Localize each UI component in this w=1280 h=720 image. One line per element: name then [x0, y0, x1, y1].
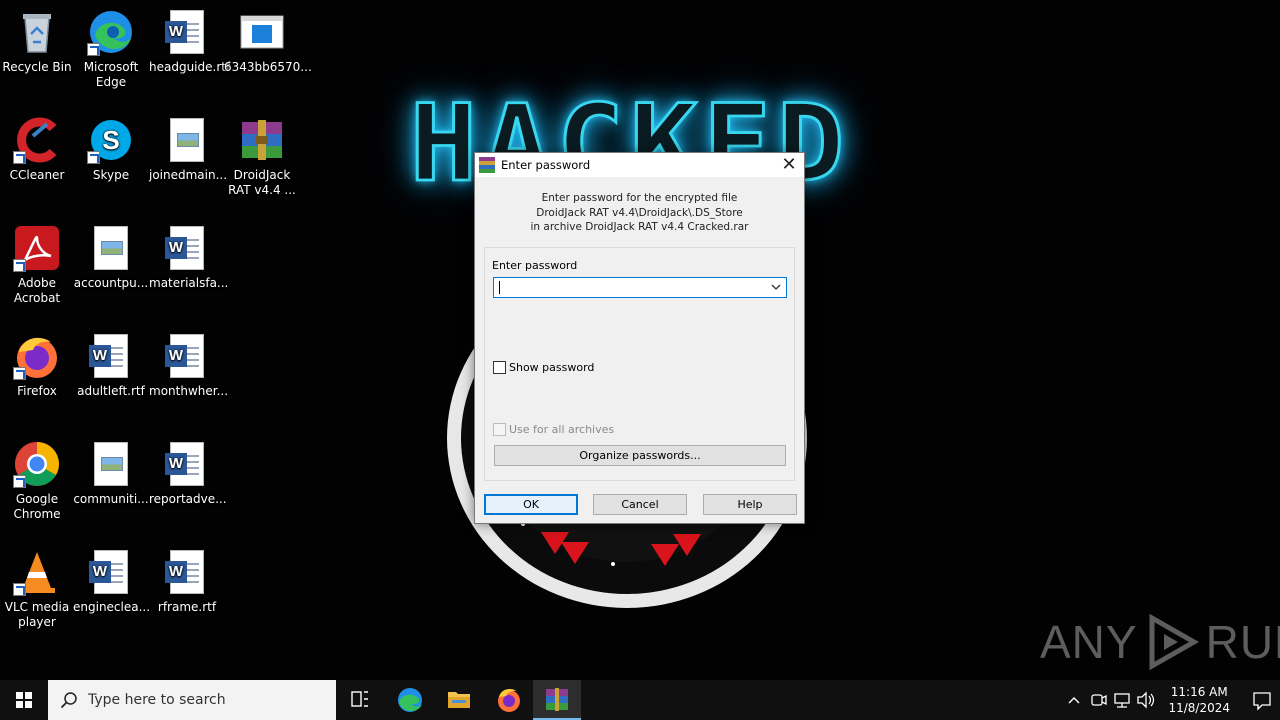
taskbar-winrar-button[interactable] — [533, 680, 581, 720]
firefox-icon — [498, 689, 520, 712]
notifications-icon[interactable] — [1244, 680, 1280, 720]
word-doc-icon: W — [165, 442, 204, 486]
desktop-icon-skype[interactable]: S Skype — [73, 116, 149, 183]
password-input[interactable] — [493, 277, 787, 298]
taskbar-file-explorer-button[interactable] — [435, 680, 483, 720]
taskbar-clock[interactable]: 11:16 AM 11/8/2024 — [1168, 684, 1230, 716]
image-doc-icon — [170, 118, 204, 162]
desktop-icon-adobe-acrobat[interactable]: Adobe Acrobat — [0, 224, 75, 306]
close-button[interactable]: ✕ — [774, 153, 804, 177]
word-doc-icon: W — [165, 334, 204, 378]
task-view-icon — [351, 691, 368, 707]
taskbar-edge-button[interactable] — [386, 680, 434, 720]
svg-text:S: S — [102, 125, 119, 155]
ok-button[interactable]: OK — [484, 494, 578, 515]
show-password-checkbox[interactable]: Show password — [493, 361, 594, 374]
anyrun-watermark: ANY RUN — [1040, 612, 1280, 672]
play-icon — [1149, 613, 1199, 671]
word-doc-icon: W — [165, 550, 204, 594]
help-button[interactable]: Help — [703, 494, 797, 515]
taskbar-firefox-button[interactable] — [485, 680, 533, 720]
password-label: Enter password — [492, 259, 578, 272]
desktop-icon-joinedmain[interactable]: joinedmain... — [149, 116, 227, 183]
desktop-icon-recycle-bin[interactable]: Recycle Bin — [0, 8, 75, 75]
clock-date: 11/8/2024 — [1168, 701, 1230, 715]
task-view-button[interactable] — [336, 680, 384, 720]
dialog-info-text: Enter password for the encrypted file Dr… — [530, 192, 749, 233]
shortcut-arrow-icon — [13, 259, 26, 272]
enter-password-dialog: Enter password ✕ Enter password for the … — [474, 152, 805, 524]
image-doc-icon — [94, 442, 128, 486]
desktop-icon-ccleaner[interactable]: CCleaner — [0, 116, 75, 183]
network-icon[interactable] — [1110, 680, 1134, 720]
desktop-icon-rframe[interactable]: W rframe.rtf — [149, 548, 225, 615]
word-doc-icon: W — [89, 550, 128, 594]
desktop-icon-google-chrome[interactable]: Google Chrome — [0, 440, 75, 522]
dialog-title: Enter password — [501, 158, 591, 172]
system-tray: 11:16 AM 11/8/2024 — [1062, 680, 1280, 720]
desktop-icon-monthwher[interactable]: W monthwher... — [149, 332, 228, 399]
desktop-icon-engineclea[interactable]: W engineclea... — [73, 548, 150, 615]
search-icon — [60, 692, 77, 709]
image-doc-icon — [94, 226, 128, 270]
cancel-button[interactable]: Cancel — [593, 494, 687, 515]
use-for-all-archives-checkbox: Use for all archives — [493, 423, 614, 436]
chevron-up-icon[interactable] — [1062, 680, 1086, 720]
desktop-icon-reportadve[interactable]: W reportadve... — [149, 440, 227, 507]
windows-logo-icon — [16, 692, 32, 708]
shortcut-arrow-icon — [13, 583, 26, 596]
winrar-icon — [479, 157, 495, 173]
desktop-icon-adultleft[interactable]: W adultleft.rtf — [73, 332, 149, 399]
desktop-icon-droidjack-rar[interactable]: DroidJack RAT v4.4 ... — [224, 116, 300, 198]
shortcut-arrow-icon — [13, 475, 26, 488]
shortcut-arrow-icon — [13, 151, 26, 164]
shortcut-arrow-icon — [87, 43, 100, 56]
desktop-icon-headguide[interactable]: W headguide.rtf — [149, 8, 230, 75]
start-button[interactable] — [0, 680, 48, 720]
meet-now-icon[interactable] — [1086, 680, 1110, 720]
chevron-down-icon[interactable] — [770, 281, 782, 293]
desktop-icon-6343bb6570[interactable]: 6343bb6570... — [224, 8, 312, 75]
word-doc-icon: W — [165, 226, 204, 270]
desktop-icon-communiti[interactable]: communiti... — [73, 440, 149, 507]
volume-icon[interactable] — [1134, 680, 1158, 720]
desktop-icon-materialsfa[interactable]: W materialsfa... — [149, 224, 228, 291]
shortcut-arrow-icon — [13, 367, 26, 380]
clock-time: 11:16 AM — [1170, 685, 1228, 699]
search-placeholder: Type here to search — [88, 692, 226, 708]
checkbox-box[interactable] — [493, 361, 506, 374]
desktop-icon-vlc[interactable]: VLC media player — [0, 548, 75, 630]
folder-icon — [448, 692, 470, 708]
winrar-icon — [546, 688, 568, 711]
taskbar-search-box[interactable]: Type here to search — [48, 680, 336, 720]
shortcut-arrow-icon — [87, 151, 100, 164]
text-caret — [499, 281, 500, 294]
desktop-icon-microsoft-edge[interactable]: Microsoft Edge — [73, 8, 149, 90]
word-doc-icon: W — [89, 334, 128, 378]
organize-passwords-button[interactable]: Organize passwords... — [494, 445, 786, 466]
checkbox-box — [493, 423, 506, 436]
window-app-icon — [240, 15, 284, 49]
taskbar: Type here to search 11:16 AM 11/8/2024 — [0, 680, 1280, 720]
desktop-icon-firefox[interactable]: Firefox — [0, 332, 75, 399]
recycle-bin-icon — [23, 14, 51, 53]
word-doc-icon: W — [165, 10, 204, 54]
dialog-titlebar[interactable]: Enter password ✕ — [475, 153, 804, 177]
desktop-icon-accountpu[interactable]: accountpu... — [73, 224, 149, 291]
edge-icon — [398, 688, 422, 712]
winrar-icon — [242, 120, 282, 160]
